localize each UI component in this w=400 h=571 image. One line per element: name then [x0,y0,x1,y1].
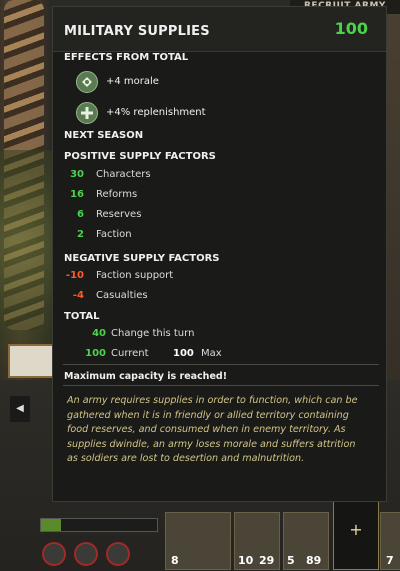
total-change-row: 40 Change this turn [64,328,194,342]
factor-label: Faction support [96,270,174,281]
factor-label: Reserves [96,209,142,220]
factor-row: -4 Casualties [64,290,148,304]
morale-icon [76,71,98,93]
unit-strength: 29 [259,554,275,567]
add-unit-button[interactable]: + [333,490,379,570]
army-stance-icon[interactable] [42,542,66,566]
factor-label: Characters [96,169,151,180]
unit-thumb[interactable]: 10 29 [234,512,280,570]
max-row: 100 Max [173,348,253,362]
factor-row: 6 Reserves [64,209,144,223]
next-season-header: NEXT SEASON [64,130,144,141]
tooltip-header: MILITARY SUPPLIES 100 [53,7,386,52]
unit-thumb[interactable]: 5 89 [283,512,329,570]
capacity-note: Maximum capacity is reached! [64,371,228,382]
effect-replenishment-text: +4% replenishment [106,107,206,118]
current-label: Current [111,348,149,359]
factor-value: 16 [70,189,84,200]
scroll-left-button[interactable]: ◀ [10,396,30,422]
supply-progress-bar [40,518,158,532]
factor-label: Casualties [96,290,148,301]
factor-label: Reforms [96,189,138,200]
factor-value: -10 [65,270,84,281]
effects-header: EFFECTS FROM TOTAL [64,52,189,63]
factor-value: 30 [70,169,84,180]
current-row: 100 Current [64,348,148,362]
total-change-label: Change this turn [111,328,195,339]
total-change-value: 40 [92,328,106,339]
replenishment-icon [76,102,98,124]
unit-count: 5 [287,554,295,567]
factor-row: 2 Faction [64,229,144,243]
positive-factors-header: POSITIVE SUPPLY FACTORS [64,151,216,162]
factor-value: 6 [77,209,84,220]
supplies-description: An army requires supplies in order to fu… [67,395,358,464]
tooltip-title: MILITARY SUPPLIES [64,24,210,39]
total-header: TOTAL [64,311,100,322]
negative-factors-header: NEGATIVE SUPPLY FACTORS [64,253,220,264]
factor-label: Faction [96,229,132,240]
factor-row: -10 Faction support [64,270,173,284]
factor-row: 16 Reforms [64,189,144,203]
military-supplies-tooltip: MILITARY SUPPLIES 100 EFFECTS FROM TOTAL… [52,6,387,502]
unit-strength: 89 [306,554,322,567]
max-value: 100 [173,348,194,359]
divider [63,364,379,365]
unit-count: 7 [386,554,394,567]
effect-morale-text: +4 morale [106,76,159,87]
current-value: 100 [85,348,106,359]
factor-row: 30 Characters [64,169,151,183]
factor-value: 2 [77,229,84,240]
max-label: Max [201,348,222,359]
supplies-total: 100 [334,19,368,38]
factor-value: -4 [72,290,84,301]
unit-count: 10 [238,554,254,567]
unit-thumb[interactable]: 7 [380,512,400,570]
unit-thumb[interactable]: 8 [165,512,231,570]
unit-count: 8 [171,554,179,567]
army-stance-icon[interactable] [74,542,98,566]
divider [63,385,379,386]
army-stance-icon[interactable] [106,542,130,566]
